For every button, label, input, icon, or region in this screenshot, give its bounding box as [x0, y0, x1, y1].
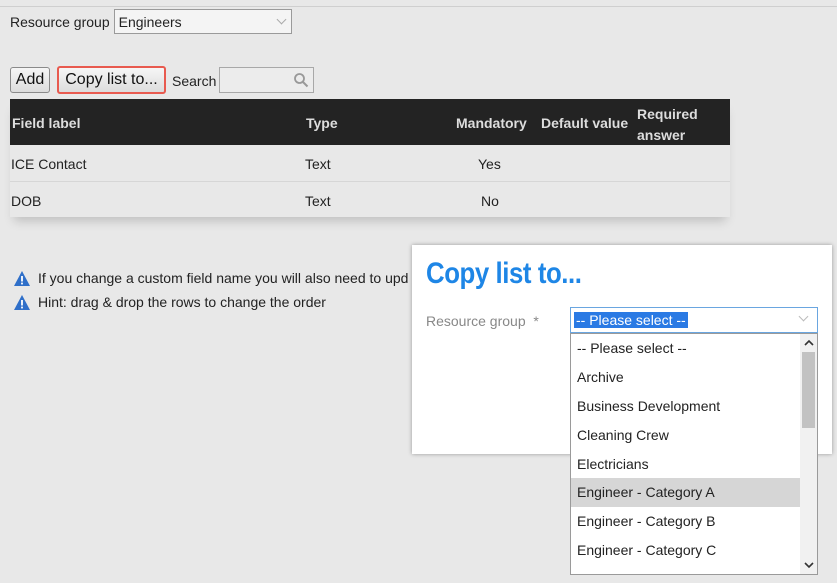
header-type[interactable]: Type [306, 115, 338, 131]
cell-mandatory: Yes [478, 156, 501, 172]
dialog-resource-group-label: Resource group * [426, 313, 539, 329]
dropdown-option[interactable]: Engineer - Category B [571, 507, 801, 536]
scroll-down-icon[interactable] [803, 560, 814, 571]
dropdown-option[interactable]: Engineers [571, 565, 801, 574]
dropdown-option[interactable]: Cleaning Crew [571, 421, 801, 450]
add-button[interactable]: Add [10, 67, 50, 93]
resource-group-label: Resource group [10, 13, 110, 30]
table-row[interactable]: DOB Text No [10, 181, 730, 217]
header-default-value[interactable]: Default value [541, 115, 628, 131]
resource-group-value: Engineers [118, 13, 182, 30]
resource-group-select[interactable]: Engineers [113, 9, 292, 34]
header-required-answer[interactable]: Required answer [637, 104, 707, 146]
dropdown-option[interactable]: Engineer - Category A [571, 478, 801, 508]
note-text: If you change a custom field name you wi… [38, 270, 409, 286]
dropdown-option[interactable]: -- Please select -- [571, 334, 801, 363]
cell-type: Text [305, 156, 331, 172]
dropdown-scrollbar[interactable] [800, 334, 817, 574]
header-mandatory[interactable]: Mandatory [456, 115, 527, 131]
dropdown-options: -- Please select -- Archive Business Devel… [571, 334, 817, 574]
chevron-down-icon [276, 14, 287, 25]
cell-field-label: DOB [11, 193, 42, 209]
scrollbar-thumb[interactable] [802, 352, 815, 428]
table-row[interactable]: ICE Contact Text Yes [10, 145, 730, 181]
warning-icon [14, 270, 30, 286]
note-text: Hint: drag & drop the rows to change the… [38, 294, 326, 310]
custom-fields-table: Field label Type Mandatory Default value… [10, 99, 730, 217]
dropdown-option[interactable]: Engineer - Category C [571, 536, 801, 565]
search-label: Search [172, 73, 217, 89]
header-field-label[interactable]: Field label [12, 115, 80, 131]
dialog-resource-group-select[interactable]: -- Please select -- [570, 307, 818, 333]
dialog-title: Copy list to... [426, 257, 582, 290]
chevron-down-icon [798, 311, 809, 322]
dialog-selected-value: -- Please select -- [574, 312, 688, 328]
notes: If you change a custom field name you wi… [13, 266, 408, 314]
resource-group-row: Resource group Engineers [10, 9, 292, 34]
resource-group-dropdown[interactable]: -- Please select -- Archive Business Devel… [570, 333, 818, 575]
search-input[interactable] [219, 67, 314, 93]
dropdown-option[interactable]: Electricians [571, 450, 801, 479]
dropdown-option[interactable]: Archive [571, 363, 801, 392]
copy-list-button[interactable]: Copy list to... [57, 66, 166, 94]
dropdown-option[interactable]: Business Development [571, 392, 801, 421]
search-icon [294, 73, 309, 88]
note-hint: Hint: drag & drop the rows to change the… [13, 290, 408, 314]
cell-type: Text [305, 193, 331, 209]
note-rename-warning: If you change a custom field name you wi… [13, 266, 408, 290]
scroll-up-icon[interactable] [803, 337, 814, 348]
cell-field-label: ICE Contact [11, 156, 87, 172]
top-divider [0, 6, 837, 7]
table-header: Field label Type Mandatory Default value… [10, 99, 730, 145]
cell-mandatory: No [481, 193, 499, 209]
warning-icon [14, 294, 30, 310]
